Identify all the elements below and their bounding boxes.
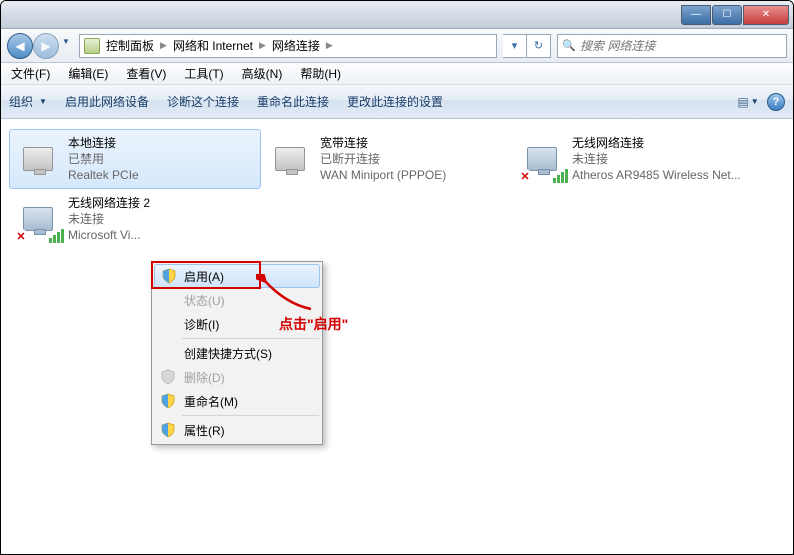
- ctx-separator: [182, 338, 319, 339]
- close-button[interactable]: ✕: [743, 5, 789, 25]
- connection-name: 无线网络连接: [572, 135, 741, 151]
- breadcrumb-item[interactable]: 控制面板▶: [106, 37, 167, 54]
- help-button[interactable]: ?: [767, 93, 785, 111]
- nav-history-dropdown[interactable]: ▼: [59, 33, 73, 51]
- ctx-delete: 删除(D): [154, 365, 320, 389]
- cmd-enable-device[interactable]: 启用此网络设备: [65, 93, 149, 110]
- signal-bars-icon: [49, 229, 64, 243]
- addressbar: ◀ ▶ ▼ 控制面板▶ 网络和 Internet▶ 网络连接▶ ▾ ↻ 🔍: [1, 29, 793, 63]
- connection-icon: ✕: [16, 197, 60, 241]
- menu-view[interactable]: 查看(V): [122, 63, 170, 84]
- context-menu: 启用(A) 状态(U) 诊断(I) 创建快捷方式(S) 删除(D) 重命名(M): [151, 261, 323, 445]
- connection-name: 本地连接: [68, 135, 139, 151]
- connection-device: Atheros AR9485 Wireless Net...: [572, 167, 741, 183]
- back-button[interactable]: ◀: [7, 33, 33, 59]
- ctx-status: 状态(U): [154, 288, 320, 312]
- ctx-create-shortcut[interactable]: 创建快捷方式(S): [154, 341, 320, 365]
- menubar: 文件(F) 编辑(E) 查看(V) 工具(T) 高级(N) 帮助(H): [1, 63, 793, 85]
- view-mode-button[interactable]: ▤▼: [737, 92, 759, 112]
- search-icon: 🔍: [562, 39, 576, 53]
- cmd-diagnose[interactable]: 诊断这个连接: [167, 93, 239, 110]
- connection-name: 宽带连接: [320, 135, 446, 151]
- breadcrumb-item[interactable]: 网络和 Internet▶: [173, 37, 266, 54]
- connection-device: Microsoft Vi...: [68, 227, 150, 243]
- command-bar: 组织▼ 启用此网络设备 诊断这个连接 重命名此连接 更改此连接的设置 ▤▼ ?: [1, 85, 793, 119]
- cmd-rename[interactable]: 重命名此连接: [257, 93, 329, 110]
- refresh-button[interactable]: ↻: [527, 34, 551, 58]
- signal-bars-icon: [553, 169, 568, 183]
- content-area: 本地连接 已禁用 Realtek PCIe 宽带连接 已断开连接 WAN Min…: [1, 119, 793, 554]
- ctx-rename[interactable]: 重命名(M): [154, 389, 320, 413]
- connection-status: 未连接: [68, 211, 150, 227]
- menu-file[interactable]: 文件(F): [7, 63, 54, 84]
- search-input[interactable]: [580, 39, 782, 53]
- menu-edit[interactable]: 编辑(E): [64, 63, 112, 84]
- shield-icon: [160, 422, 176, 438]
- connection-item-local[interactable]: 本地连接 已禁用 Realtek PCIe: [9, 129, 261, 189]
- menu-advanced[interactable]: 高级(N): [238, 63, 287, 84]
- connection-device: Realtek PCIe: [68, 167, 139, 183]
- shield-icon: [160, 369, 176, 385]
- shield-icon: [161, 268, 177, 284]
- error-overlay-icon: ✕: [518, 169, 532, 183]
- connection-status: 已断开连接: [320, 151, 446, 167]
- search-box[interactable]: 🔍: [557, 34, 787, 58]
- location-icon: [84, 38, 100, 54]
- connection-icon: [16, 137, 60, 181]
- titlebar: — ☐ ✕: [1, 1, 793, 29]
- shield-icon: [160, 393, 176, 409]
- connection-item-wireless-2[interactable]: ✕ 无线网络连接 2 未连接 Microsoft Vi...: [9, 189, 261, 249]
- breadcrumb[interactable]: 控制面板▶ 网络和 Internet▶ 网络连接▶: [79, 34, 497, 58]
- ctx-properties[interactable]: 属性(R): [154, 418, 320, 442]
- breadcrumb-item[interactable]: 网络连接▶: [272, 37, 333, 54]
- breadcrumb-dropdown[interactable]: ▾: [503, 34, 527, 58]
- ctx-enable[interactable]: 启用(A): [154, 264, 320, 288]
- annotation-text: 点击"启用": [279, 314, 348, 334]
- connection-item-broadband[interactable]: 宽带连接 已断开连接 WAN Miniport (PPPOE): [261, 129, 513, 189]
- maximize-button[interactable]: ☐: [712, 5, 742, 25]
- connection-status: 未连接: [572, 151, 741, 167]
- window-controls: — ☐ ✕: [681, 5, 789, 25]
- forward-button[interactable]: ▶: [33, 33, 59, 59]
- error-overlay-icon: ✕: [14, 229, 28, 243]
- connection-name: 无线网络连接 2: [68, 195, 150, 211]
- connection-icon: ✕: [520, 137, 564, 181]
- connection-item-wireless[interactable]: ✕ 无线网络连接 未连接 Atheros AR9485 Wireless Net…: [513, 129, 765, 189]
- connection-device: WAN Miniport (PPPOE): [320, 167, 446, 183]
- menu-tools[interactable]: 工具(T): [180, 63, 227, 84]
- connection-status: 已禁用: [68, 151, 139, 167]
- cmd-organize[interactable]: 组织▼: [9, 93, 47, 110]
- minimize-button[interactable]: —: [681, 5, 711, 25]
- ctx-separator: [182, 415, 319, 416]
- connection-icon: [268, 137, 312, 181]
- menu-help[interactable]: 帮助(H): [296, 63, 345, 84]
- cmd-change-settings[interactable]: 更改此连接的设置: [347, 93, 443, 110]
